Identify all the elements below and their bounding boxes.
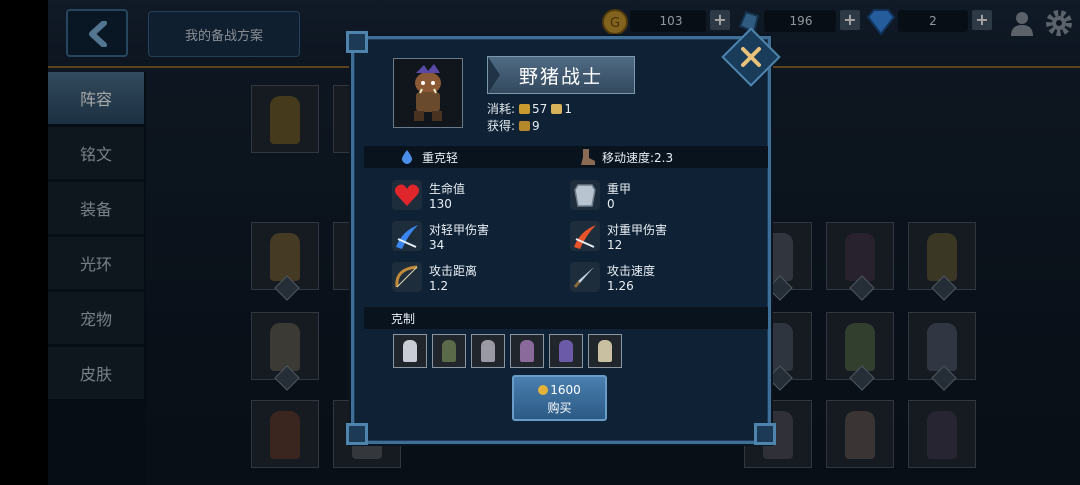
gain-row: 获得: 9 (487, 117, 540, 134)
unit-portrait (393, 58, 463, 128)
chest-armor-icon (570, 180, 600, 210)
stat-value: 12 (607, 238, 623, 252)
counter-unit-icon[interactable] (432, 334, 466, 368)
frame-corner (754, 423, 776, 445)
unit-info-bar: 重克轻 移动速度:2.3 (364, 146, 768, 168)
buy-label: 购买 (547, 401, 572, 415)
stat-name: 攻击速度 (607, 264, 656, 278)
armor-type-label: 重克轻 (422, 151, 459, 165)
gain-label: 获得: (487, 119, 516, 133)
bow-icon (392, 262, 422, 292)
counter-unit-icon[interactable] (471, 334, 505, 368)
cost-label: 消耗: (487, 102, 516, 116)
red-slash-icon (570, 221, 600, 251)
cost-row: 消耗: 57 1 (487, 100, 572, 117)
population-icon (551, 104, 563, 114)
counter-unit-icon[interactable] (549, 334, 583, 368)
boar-warrior-icon (414, 64, 442, 121)
stat-name: 生命值 (429, 182, 466, 196)
stat-value: 130 (429, 197, 452, 211)
unit-name-text: 野猪战士 (518, 65, 603, 88)
stat-value: 0 (607, 197, 615, 211)
cost-pop-value: 1 (564, 102, 572, 116)
heart-icon (392, 180, 422, 210)
stat-name: 对重甲伤害 (607, 223, 668, 237)
food-icon (519, 104, 531, 114)
buy-price: 1600 (514, 383, 605, 397)
stat-name: 攻击距离 (429, 264, 478, 278)
counter-title: 克制 (391, 312, 416, 326)
unit-name: 野猪战士 (487, 56, 635, 94)
counter-unit-icon[interactable] (510, 334, 544, 368)
dagger-icon (570, 262, 600, 292)
cost-food-value: 57 (532, 102, 548, 116)
counter-unit-icon[interactable] (393, 334, 427, 368)
frame-corner (346, 31, 368, 53)
blue-slash-icon (392, 221, 422, 251)
move-speed-label: 移动速度:2.3 (602, 151, 674, 165)
stat-name: 对轻甲伤害 (429, 223, 490, 237)
gold-coin-icon (538, 385, 549, 395)
stat-value: 34 (429, 238, 445, 252)
stat-value: 1.2 (429, 279, 449, 293)
close-icon (741, 47, 761, 67)
stat-value: 1.26 (607, 279, 634, 293)
boot-icon (581, 149, 595, 165)
counter-bar (364, 307, 768, 329)
water-drop-icon (401, 150, 413, 164)
stat-name: 重甲 (607, 182, 632, 196)
buy-button[interactable]: 1600 购买 (512, 375, 607, 421)
gain-value: 9 (532, 119, 540, 133)
reward-icon (519, 121, 531, 131)
counter-unit-icon[interactable] (588, 334, 622, 368)
buy-price-value: 1600 (550, 383, 581, 397)
frame-corner (346, 423, 368, 445)
